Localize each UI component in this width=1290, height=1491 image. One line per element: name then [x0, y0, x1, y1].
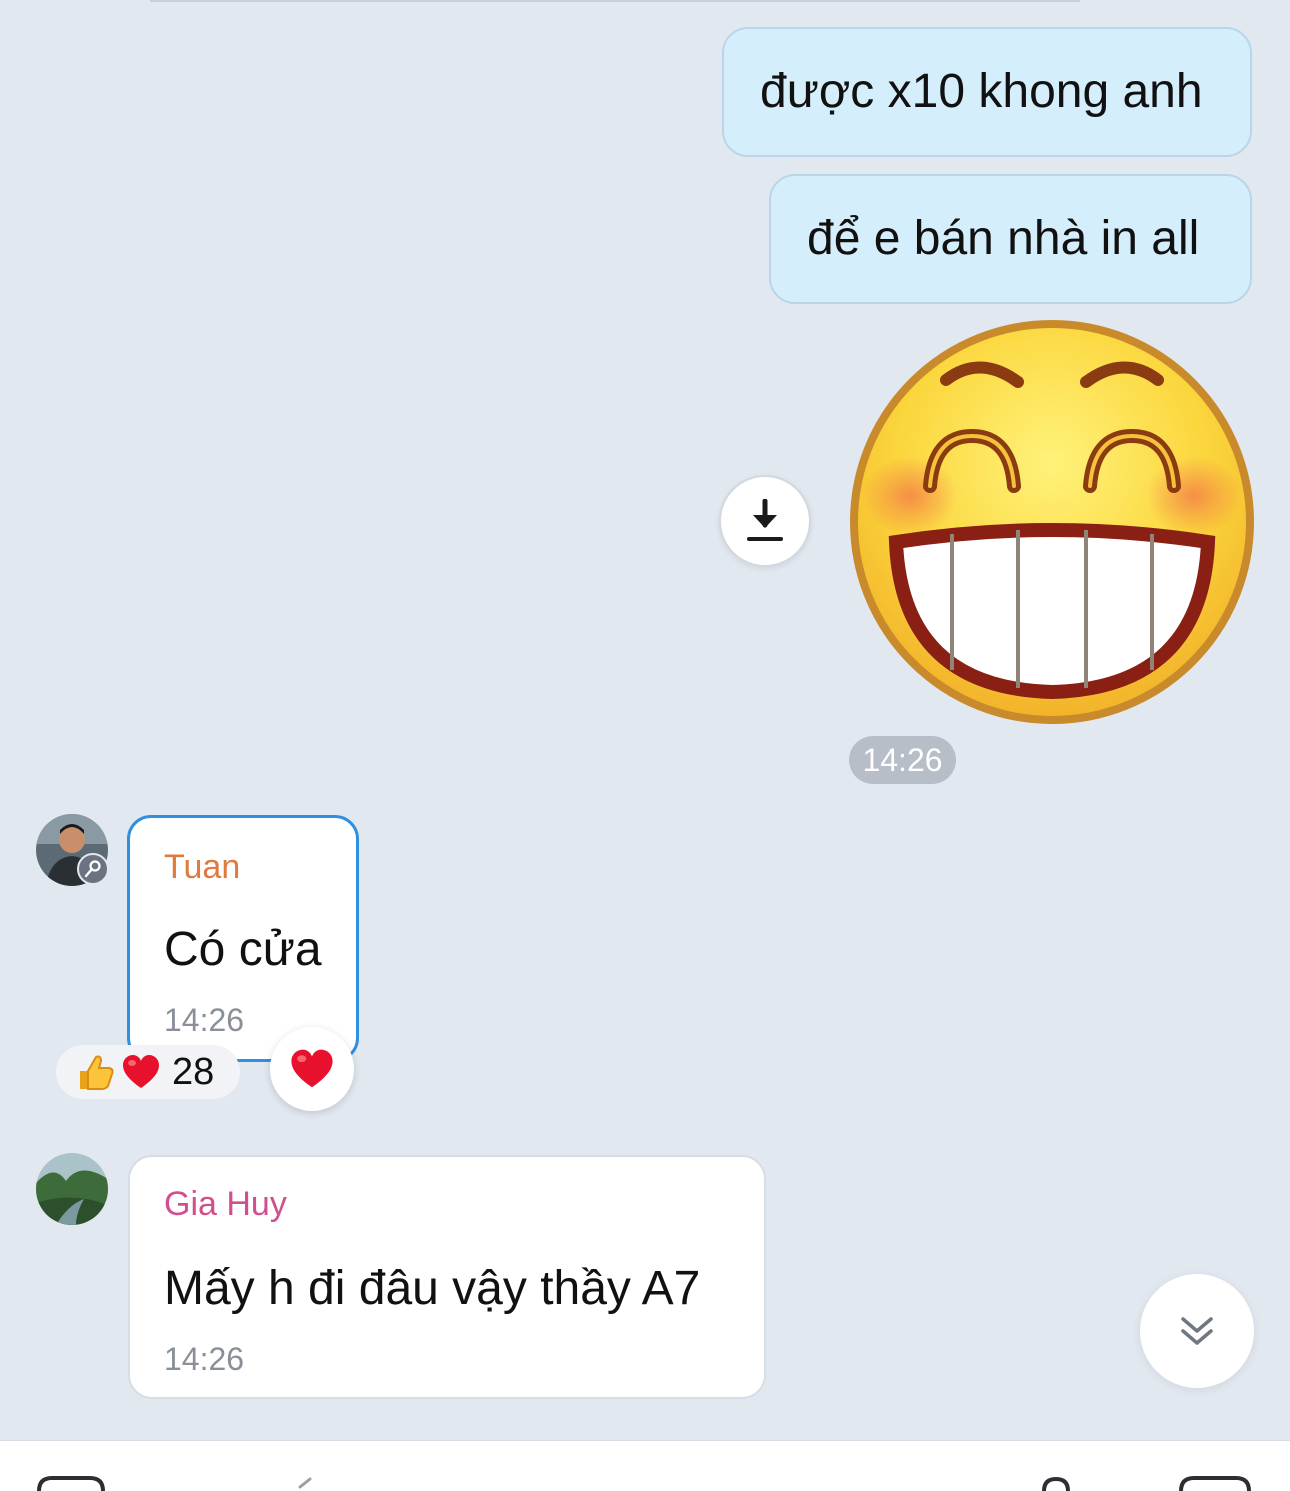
outgoing-message[interactable]: để e bán nhà in all — [769, 174, 1252, 304]
message-time: 14:26 — [164, 1002, 245, 1038]
download-button[interactable] — [719, 475, 811, 567]
heart-icon — [123, 1055, 159, 1088]
message-text: Mấy h đi đâu vậy thầy A7 — [164, 1262, 701, 1315]
react-heart-button[interactable] — [270, 1027, 354, 1111]
grinning-face-sticker[interactable] — [848, 318, 1256, 726]
divider — [150, 0, 1080, 2]
message-text: Có cửa — [164, 923, 322, 976]
text-input-hint[interactable] — [296, 1477, 316, 1489]
sticker-icon[interactable] — [36, 1475, 106, 1491]
incoming-message[interactable]: Gia Huy Mấy h đi đâu vậy thầy A7 14:26 — [128, 1155, 766, 1399]
outgoing-message[interactable]: được x10 khong anh — [722, 27, 1252, 157]
double-chevron-down-icon — [1181, 1317, 1213, 1345]
download-icon — [747, 499, 783, 541]
timestamp-badge: 14:26 — [849, 736, 956, 784]
image-icon[interactable] — [1178, 1475, 1252, 1491]
avatar[interactable] — [36, 1153, 108, 1225]
message-text: để e bán nhà in all — [807, 212, 1200, 265]
sender-name[interactable]: Tuan — [164, 848, 240, 887]
key-icon — [84, 860, 101, 878]
reaction-count: 28 — [172, 1050, 215, 1093]
sender-name[interactable]: Gia Huy — [164, 1185, 287, 1224]
microphone-icon[interactable] — [1036, 1477, 1076, 1491]
message-time: 14:26 — [164, 1341, 245, 1377]
scroll-to-bottom-button[interactable] — [1140, 1274, 1254, 1388]
incoming-message[interactable]: Tuan Có cửa 14:26 — [127, 815, 359, 1062]
avatar-image — [36, 1153, 108, 1225]
admin-badge — [77, 853, 109, 885]
message-text: được x10 khong anh — [760, 65, 1203, 118]
thumbs-up-icon — [80, 1055, 114, 1090]
timestamp-text: 14:26 — [862, 741, 943, 778]
reaction-summary[interactable]: 28 — [56, 1045, 240, 1099]
composer-bar — [0, 1440, 1290, 1491]
heart-icon — [291, 1049, 333, 1088]
